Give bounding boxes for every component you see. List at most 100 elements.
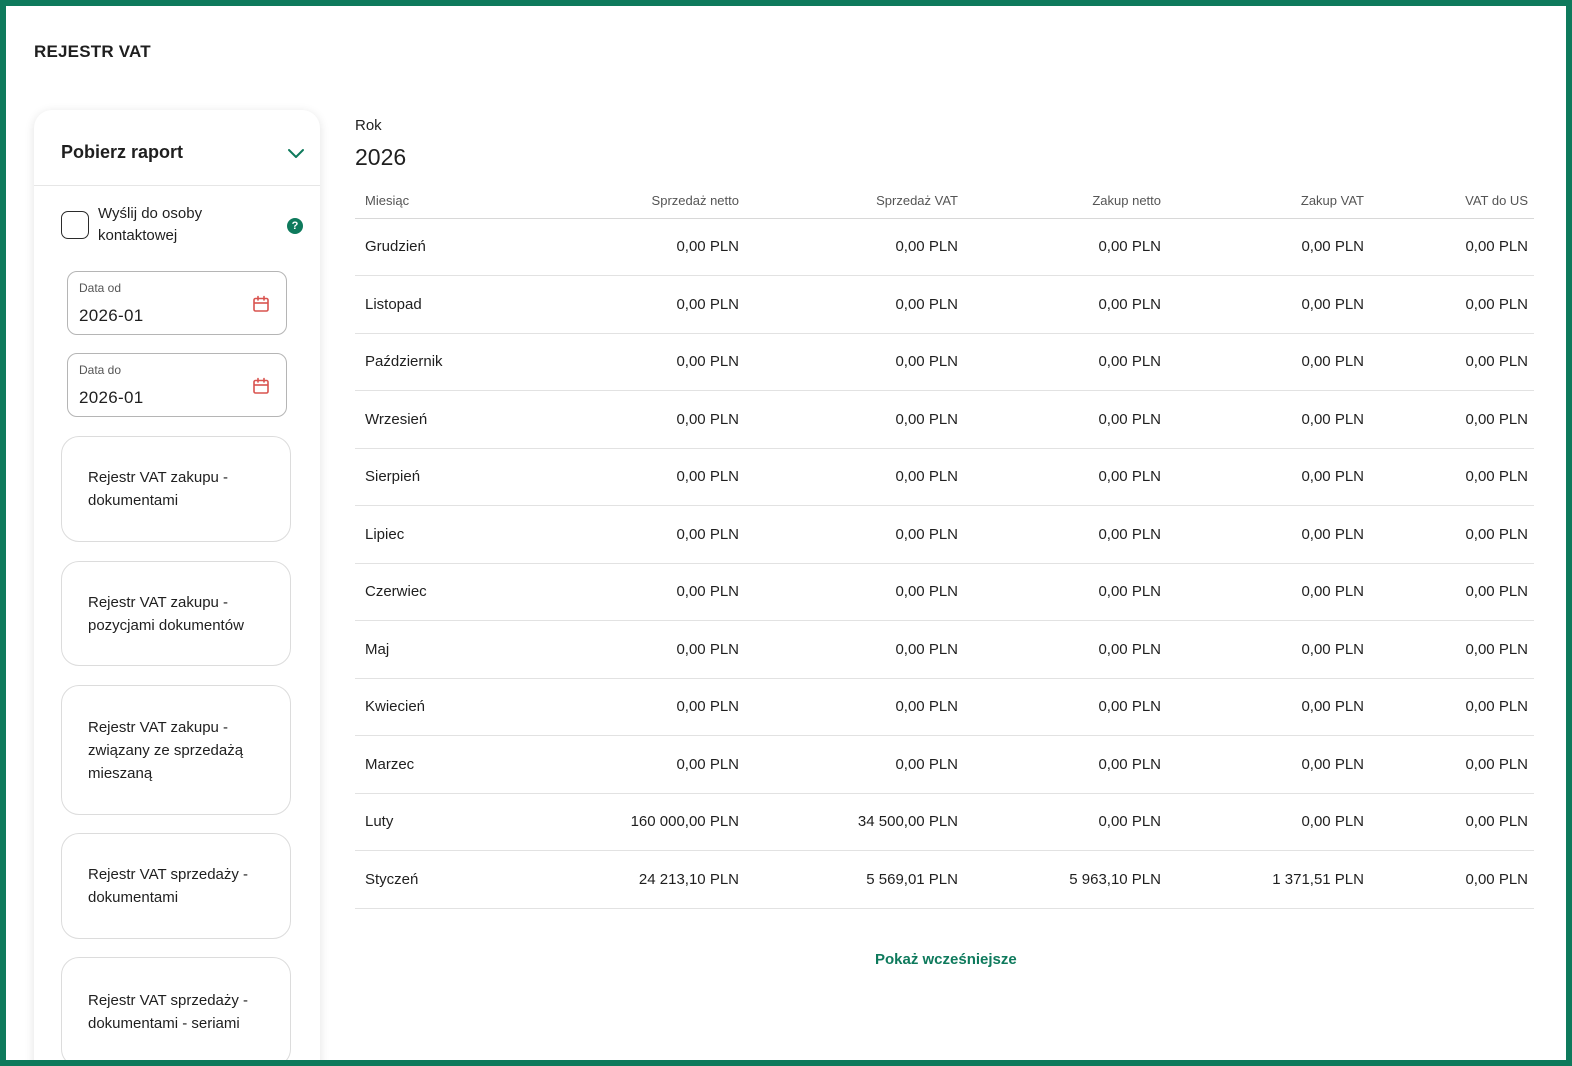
report-sidebar: Pobierz raport Wyślij do osoby kontaktow…: [34, 110, 320, 1060]
report-panel-title: Pobierz raport: [61, 142, 184, 162]
cell-sales-vat: 0,00 PLN: [749, 563, 968, 621]
cell-sales-net: 0,00 PLN: [505, 218, 749, 276]
cell-month: Luty: [355, 793, 505, 851]
page-title: REJESTR VAT: [34, 42, 151, 61]
report-button-purchase-mixed[interactable]: Rejestr VAT zakupu - związany ze sprzeda…: [61, 685, 291, 815]
cell-purchase-net: 0,00 PLN: [968, 390, 1171, 449]
cell-purchase-vat: 0,00 PLN: [1171, 505, 1374, 564]
report-button-label: Rejestr VAT sprzedaży - dokumentami - se…: [88, 992, 249, 1032]
cell-month: Marzec: [355, 735, 505, 794]
cell-sales-net: 0,00 PLN: [505, 333, 749, 391]
cell-sales-vat: 0,00 PLN: [749, 218, 968, 276]
report-button-label: Rejestr VAT zakupu - związany ze sprzeda…: [88, 718, 244, 782]
cell-sales-net: 0,00 PLN: [505, 563, 749, 621]
cell-sales-vat: 5 569,01 PLN: [749, 850, 968, 909]
cell-purchase-vat: 0,00 PLN: [1171, 448, 1374, 506]
cell-vat-due: 0,00 PLN: [1374, 793, 1534, 851]
cell-month: Czerwiec: [355, 563, 505, 621]
cell-purchase-vat: 0,00 PLN: [1171, 678, 1374, 736]
show-earlier-link[interactable]: Pokaż wcześniejsze: [875, 951, 1017, 968]
report-button-label: Rejestr VAT zakupu - pozycjami dokumentó…: [88, 593, 244, 634]
table-row: Luty 160 000,00 PLN 34 500,00 PLN 0,00 PLN 0…: [355, 793, 1534, 851]
vat-register-table: Miesiąc Sprzedaż netto Sprzedaż VAT Zaku…: [355, 184, 1534, 909]
cell-purchase-net: 0,00 PLN: [968, 333, 1171, 391]
calendar-icon[interactable]: [251, 376, 271, 396]
calendar-icon[interactable]: [251, 294, 271, 314]
cell-purchase-net: 0,00 PLN: [968, 563, 1171, 621]
report-panel-header[interactable]: Pobierz raport: [34, 110, 320, 186]
cell-purchase-net: 0,00 PLN: [968, 678, 1171, 736]
cell-vat-due: 0,00 PLN: [1374, 563, 1534, 621]
cell-sales-net: 0,00 PLN: [505, 448, 749, 506]
send-to-contact-label[interactable]: Wyślij do osoby kontaktowej: [98, 203, 238, 247]
column-header-month: Miesiąc: [355, 184, 505, 219]
cell-sales-vat: 34 500,00 PLN: [749, 793, 968, 851]
cell-sales-net: 160 000,00 PLN: [505, 793, 749, 851]
cell-purchase-net: 0,00 PLN: [968, 505, 1171, 564]
chevron-down-icon[interactable]: [286, 143, 306, 163]
cell-sales-vat: 0,00 PLN: [749, 275, 968, 334]
cell-purchase-net: 0,00 PLN: [968, 793, 1171, 851]
cell-month: Maj: [355, 620, 505, 679]
cell-sales-net: 0,00 PLN: [505, 735, 749, 794]
cell-month: Grudzień: [355, 218, 505, 276]
cell-sales-net: 0,00 PLN: [505, 620, 749, 679]
send-to-contact-checkbox[interactable]: [61, 211, 89, 239]
date-from-value[interactable]: 2026-01: [79, 306, 144, 326]
cell-purchase-vat: 1 371,51 PLN: [1171, 850, 1374, 909]
cell-purchase-vat: 0,00 PLN: [1171, 793, 1374, 851]
cell-sales-net: 0,00 PLN: [505, 505, 749, 564]
column-header-purchase-vat: Zakup VAT: [1171, 184, 1374, 219]
cell-sales-vat: 0,00 PLN: [749, 448, 968, 506]
cell-vat-due: 0,00 PLN: [1374, 390, 1534, 449]
cell-month: Listopad: [355, 275, 505, 334]
cell-sales-vat: 0,00 PLN: [749, 390, 968, 449]
cell-purchase-vat: 0,00 PLN: [1171, 218, 1374, 276]
cell-sales-net: 0,00 PLN: [505, 678, 749, 736]
cell-vat-due: 0,00 PLN: [1374, 448, 1534, 506]
table-row: Marzec 0,00 PLN 0,00 PLN 0,00 PLN 0,00 PLN 0,…: [355, 735, 1534, 794]
cell-vat-due: 0,00 PLN: [1374, 850, 1534, 909]
report-button-purchase-items[interactable]: Rejestr VAT zakupu - pozycjami dokumentó…: [61, 561, 291, 666]
cell-purchase-net: 0,00 PLN: [968, 275, 1171, 334]
table-row: Czerwiec 0,00 PLN 0,00 PLN 0,00 PLN 0,00 PLN…: [355, 563, 1534, 621]
cell-month: Sierpień: [355, 448, 505, 506]
cell-vat-due: 0,00 PLN: [1374, 218, 1534, 276]
date-to-field[interactable]: Data do 2026-01: [67, 353, 287, 417]
date-to-value[interactable]: 2026-01: [79, 388, 144, 408]
column-header-sales-vat: Sprzedaż VAT: [749, 184, 968, 219]
cell-purchase-net: 0,00 PLN: [968, 218, 1171, 276]
cell-sales-net: 24 213,10 PLN: [505, 850, 749, 909]
table-row: Maj 0,00 PLN 0,00 PLN 0,00 PLN 0,00 PLN 0,00 …: [355, 620, 1534, 679]
cell-purchase-vat: 0,00 PLN: [1171, 563, 1374, 621]
table-row: Styczeń 24 213,10 PLN 5 569,01 PLN 5 963,10…: [355, 850, 1534, 909]
cell-purchase-vat: 0,00 PLN: [1171, 390, 1374, 449]
cell-vat-due: 0,00 PLN: [1374, 620, 1534, 679]
cell-purchase-vat: 0,00 PLN: [1171, 735, 1374, 794]
send-to-contact-row: Wyślij do osoby kontaktowej ?: [34, 186, 320, 266]
cell-purchase-vat: 0,00 PLN: [1171, 620, 1374, 679]
help-icon[interactable]: ?: [287, 218, 303, 234]
table-row: Kwiecień 0,00 PLN 0,00 PLN 0,00 PLN 0,00 PLN…: [355, 678, 1534, 736]
cell-sales-vat: 0,00 PLN: [749, 620, 968, 679]
year-value: 2026: [355, 144, 407, 170]
cell-sales-vat: 0,00 PLN: [749, 333, 968, 391]
cell-vat-due: 0,00 PLN: [1374, 333, 1534, 391]
report-button-sales-documents[interactable]: Rejestr VAT sprzedaży - dokumentami: [61, 833, 291, 939]
table-row: Październik 0,00 PLN 0,00 PLN 0,00 PLN 0,00 …: [355, 333, 1534, 391]
date-from-field[interactable]: Data od 2026-01: [67, 271, 287, 335]
cell-sales-net: 0,00 PLN: [505, 390, 749, 449]
table-row: Listopad 0,00 PLN 0,00 PLN 0,00 PLN 0,00 PLN…: [355, 275, 1534, 334]
report-button-purchase-documents[interactable]: Rejestr VAT zakupu - dokumentami: [61, 436, 291, 542]
year-label: Rok: [355, 117, 382, 134]
cell-sales-vat: 0,00 PLN: [749, 505, 968, 564]
cell-month: Październik: [355, 333, 505, 391]
cell-month: Kwiecień: [355, 678, 505, 736]
app-frame: REJESTR VAT Pobierz raport Wyślij do oso…: [0, 0, 1572, 1066]
report-button-sales-series[interactable]: Rejestr VAT sprzedaży - dokumentami - se…: [61, 957, 291, 1060]
cell-vat-due: 0,00 PLN: [1374, 505, 1534, 564]
cell-purchase-net: 5 963,10 PLN: [968, 850, 1171, 909]
cell-purchase-net: 0,00 PLN: [968, 735, 1171, 794]
date-from-label: Data od: [79, 281, 122, 295]
table-row: Grudzień 0,00 PLN 0,00 PLN 0,00 PLN 0,00 PLN…: [355, 218, 1534, 276]
